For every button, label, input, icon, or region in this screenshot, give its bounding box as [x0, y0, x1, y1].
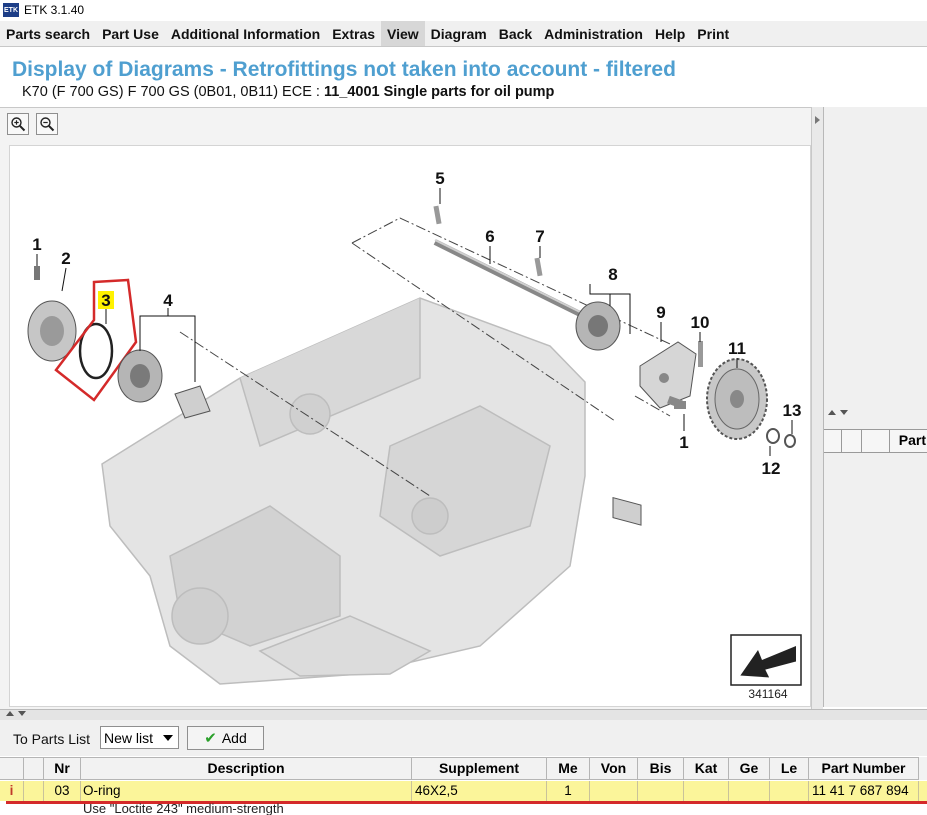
zoom-in-button[interactable] [7, 113, 29, 135]
row-flag [24, 781, 44, 801]
callout-9[interactable]: 9 [656, 303, 665, 322]
row-nr: 03 [44, 781, 81, 801]
row-ge [729, 781, 770, 801]
checkmark-icon: ✔ [204, 730, 217, 747]
diagram-number: 341164 [748, 687, 787, 701]
row-description: O-ring [81, 781, 412, 801]
chevron-right-icon [815, 116, 820, 124]
model-info: K70 (F 700 GS) F 700 GS (0B01, 0B11) ECE… [22, 84, 324, 100]
pump-rotor-part [117, 349, 211, 419]
parts-list-select-value: New list [104, 729, 154, 746]
to-parts-list-label: To Parts List [13, 731, 91, 747]
col-part-number[interactable]: Part Number [809, 757, 919, 780]
row-kat [684, 781, 729, 801]
splitter-arrows-icon [6, 711, 26, 716]
gear-part [706, 358, 768, 440]
callout-1b[interactable]: 1 [679, 433, 688, 452]
parts-diagram[interactable]: 1 2 3 4 5 6 7 8 9 10 11 1 12 13 341164 [9, 145, 811, 707]
exploded-view-drawing: 1 2 3 4 5 6 7 8 9 10 11 1 12 13 341164 [27, 169, 802, 701]
orientation-arrow-icon [730, 634, 802, 686]
callout-12[interactable]: 12 [762, 459, 781, 478]
table-header: Nr Description Supplement Me Von Bis Kat… [0, 757, 927, 780]
table-row[interactable]: i 03 O-ring 46X2,5 1 11 41 7 687 894 [0, 781, 927, 801]
window-title: ETK 3.1.40 [24, 3, 85, 17]
crankcase-illustration [101, 297, 586, 685]
row-supplement: 46X2,5 [412, 781, 547, 801]
title-bar: ETK ETK 3.1.40 [0, 0, 927, 20]
callout-11[interactable]: 11 [728, 339, 746, 358]
circlip-part [784, 434, 796, 448]
pump-cover-part [639, 341, 697, 409]
menu-administration[interactable]: Administration [538, 21, 649, 46]
row-note: Use "Loctite 243" medium-strength [83, 803, 284, 815]
callout-13[interactable]: 13 [783, 401, 802, 420]
chevron-down-icon [163, 734, 173, 741]
callout-1[interactable]: 1 [32, 235, 41, 254]
callout-4[interactable]: 4 [163, 291, 173, 310]
menu-additional-information[interactable]: Additional Information [165, 21, 326, 46]
row-le [770, 781, 809, 801]
info-icon[interactable]: i [0, 781, 24, 801]
col-nr[interactable]: Nr [44, 757, 81, 780]
col-me[interactable]: Me [547, 757, 590, 780]
row-bis [638, 781, 684, 801]
menu-extras[interactable]: Extras [326, 21, 381, 46]
pin-part [698, 341, 703, 367]
diagram-name: 11_4001 Single parts for oil pump [323, 84, 555, 100]
menu-back[interactable]: Back [493, 21, 538, 46]
col-bis[interactable]: Bis [638, 757, 684, 780]
row-me: 1 [547, 781, 590, 801]
side-table-header: Part [824, 429, 927, 453]
col-ge[interactable]: Ge [729, 757, 770, 780]
col-kat[interactable]: Kat [684, 757, 729, 780]
callout-6[interactable]: 6 [485, 227, 494, 246]
zoom-out-button[interactable] [36, 113, 58, 135]
callout-3[interactable]: 3 [101, 291, 110, 310]
shaft-part [433, 205, 582, 317]
add-button-label: Add [221, 730, 247, 746]
page-header: Display of Diagrams - Retrofittings not … [0, 47, 927, 107]
callout-5[interactable]: 5 [435, 169, 444, 188]
col-von[interactable]: Von [590, 757, 638, 780]
housing-cover-part [27, 266, 77, 362]
page-subtitle: K70 (F 700 GS) F 700 GS (0B01, 0B11) ECE… [22, 84, 554, 100]
callout-7[interactable]: 7 [535, 227, 544, 246]
row-von [590, 781, 638, 801]
page-title: Display of Diagrams - Retrofittings not … [12, 58, 676, 81]
splitter-arrows-icon[interactable] [826, 409, 856, 417]
menu-print[interactable]: Print [691, 21, 735, 46]
parts-table: Nr Description Supplement Me Von Bis Kat… [0, 757, 927, 815]
menu-view[interactable]: View [381, 21, 425, 46]
menu-part-use[interactable]: Part Use [96, 21, 165, 46]
add-button[interactable]: ✔ Add [187, 726, 264, 750]
col-supplement[interactable]: Supplement [412, 757, 547, 780]
col-flag [24, 757, 44, 780]
callout-2[interactable]: 2 [61, 249, 70, 268]
diagram-scrollbar[interactable] [811, 107, 823, 709]
callout-10[interactable]: 10 [691, 313, 710, 332]
callout-8[interactable]: 8 [608, 265, 617, 284]
parts-side-panel: Part [823, 107, 927, 707]
col-description[interactable]: Description [81, 757, 412, 780]
diagram-panel: 1 2 3 4 5 6 7 8 9 10 11 1 12 13 341164 [0, 107, 822, 710]
row-part-number: 11 41 7 687 894 [809, 781, 919, 801]
menu-diagram[interactable]: Diagram [425, 21, 493, 46]
zoom-in-icon [11, 117, 26, 132]
parts-list-toolbar: To Parts List New list ✔ Add [0, 720, 927, 756]
zoom-out-icon [40, 117, 55, 132]
menu-bar: Parts search Part Use Additional Informa… [0, 21, 927, 47]
menu-help[interactable]: Help [649, 21, 691, 46]
parts-list-select[interactable]: New list [100, 726, 179, 749]
washer-part [766, 428, 780, 444]
col-info [0, 757, 24, 780]
side-header-part: Part [898, 432, 926, 448]
etk-app-icon: ETK [3, 3, 19, 17]
menu-parts-search[interactable]: Parts search [0, 21, 96, 46]
col-le[interactable]: Le [770, 757, 809, 780]
